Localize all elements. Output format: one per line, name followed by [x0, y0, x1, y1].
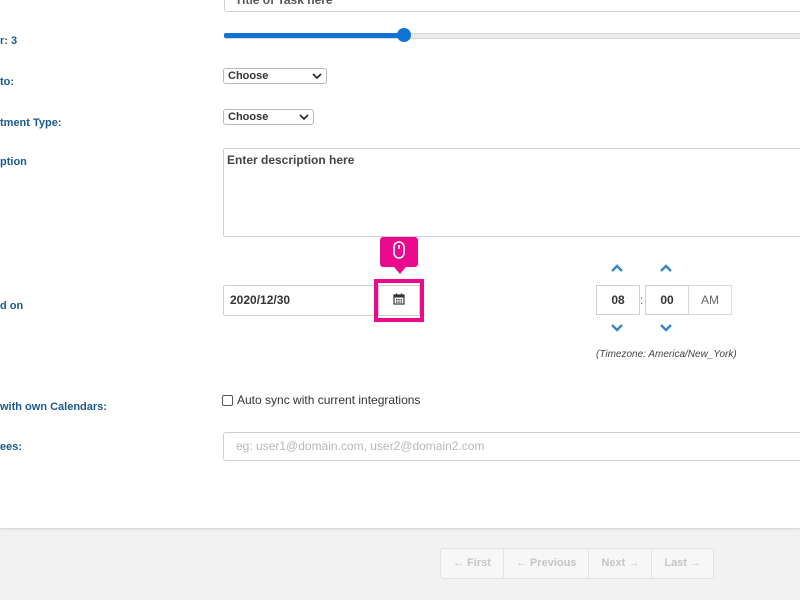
auto-sync-option[interactable]: Auto sync with current integrations	[222, 393, 420, 407]
ampm-toggle-button[interactable]: AM	[688, 285, 732, 315]
counter-label: r: 3	[0, 35, 18, 47]
priority-slider[interactable]	[224, 28, 800, 42]
scheduled-on-label: d on	[0, 300, 24, 312]
assign-to-label: to:	[0, 76, 15, 88]
hour-down-icon[interactable]	[611, 323, 623, 336]
timezone-note: (Timezone: America/New_York)	[596, 349, 737, 360]
minute-up-icon[interactable]	[660, 263, 672, 276]
calendar-button-highlight	[374, 279, 424, 322]
assign-to-select[interactable]: Choose	[223, 68, 327, 84]
task-form-panel: Title of Task here r: 3 to: Choose tment…	[0, 0, 800, 529]
date-input[interactable]: 2020/12/30	[223, 285, 378, 316]
auto-sync-checkbox[interactable]	[222, 394, 233, 406]
description-label: ption	[0, 156, 27, 168]
first-page-button[interactable]: ← First	[441, 549, 504, 578]
invitees-label: ees:	[0, 441, 23, 453]
appointment-type-select[interactable]: Choose	[223, 109, 314, 125]
mouse-icon	[392, 240, 406, 264]
hour-input[interactable]: 08	[596, 285, 640, 315]
mouse-click-indicator	[380, 237, 418, 274]
task-title-input[interactable]: Title of Task here	[224, 0, 800, 12]
previous-page-button[interactable]: ← Previous	[504, 549, 590, 578]
appointment-type-select-value: Choose	[228, 111, 269, 123]
appointment-type-label: tment Type:	[0, 117, 62, 129]
pagination: ← First ← Previous Next → Last →	[440, 548, 715, 579]
last-page-button[interactable]: Last →	[652, 549, 713, 578]
hour-up-icon[interactable]	[611, 263, 623, 276]
minute-input[interactable]: 00	[645, 285, 689, 315]
invitees-input[interactable]: eg: user1@domain.com, user2@domain2.com	[223, 432, 800, 461]
chevron-down-icon	[312, 69, 322, 88]
slider-thumb[interactable]	[396, 28, 411, 42]
minute-down-icon[interactable]	[660, 323, 672, 336]
auto-sync-checkbox-label: Auto sync with current integrations	[237, 393, 421, 407]
description-textarea[interactable]: Enter description here	[223, 148, 800, 237]
next-page-button[interactable]: Next →	[589, 549, 653, 578]
sync-calendars-label: with own Calendars:	[0, 401, 107, 413]
chevron-down-icon	[299, 110, 309, 129]
slider-fill	[224, 33, 404, 38]
assign-to-select-value: Choose	[228, 70, 269, 82]
time-separator: :	[640, 293, 644, 307]
